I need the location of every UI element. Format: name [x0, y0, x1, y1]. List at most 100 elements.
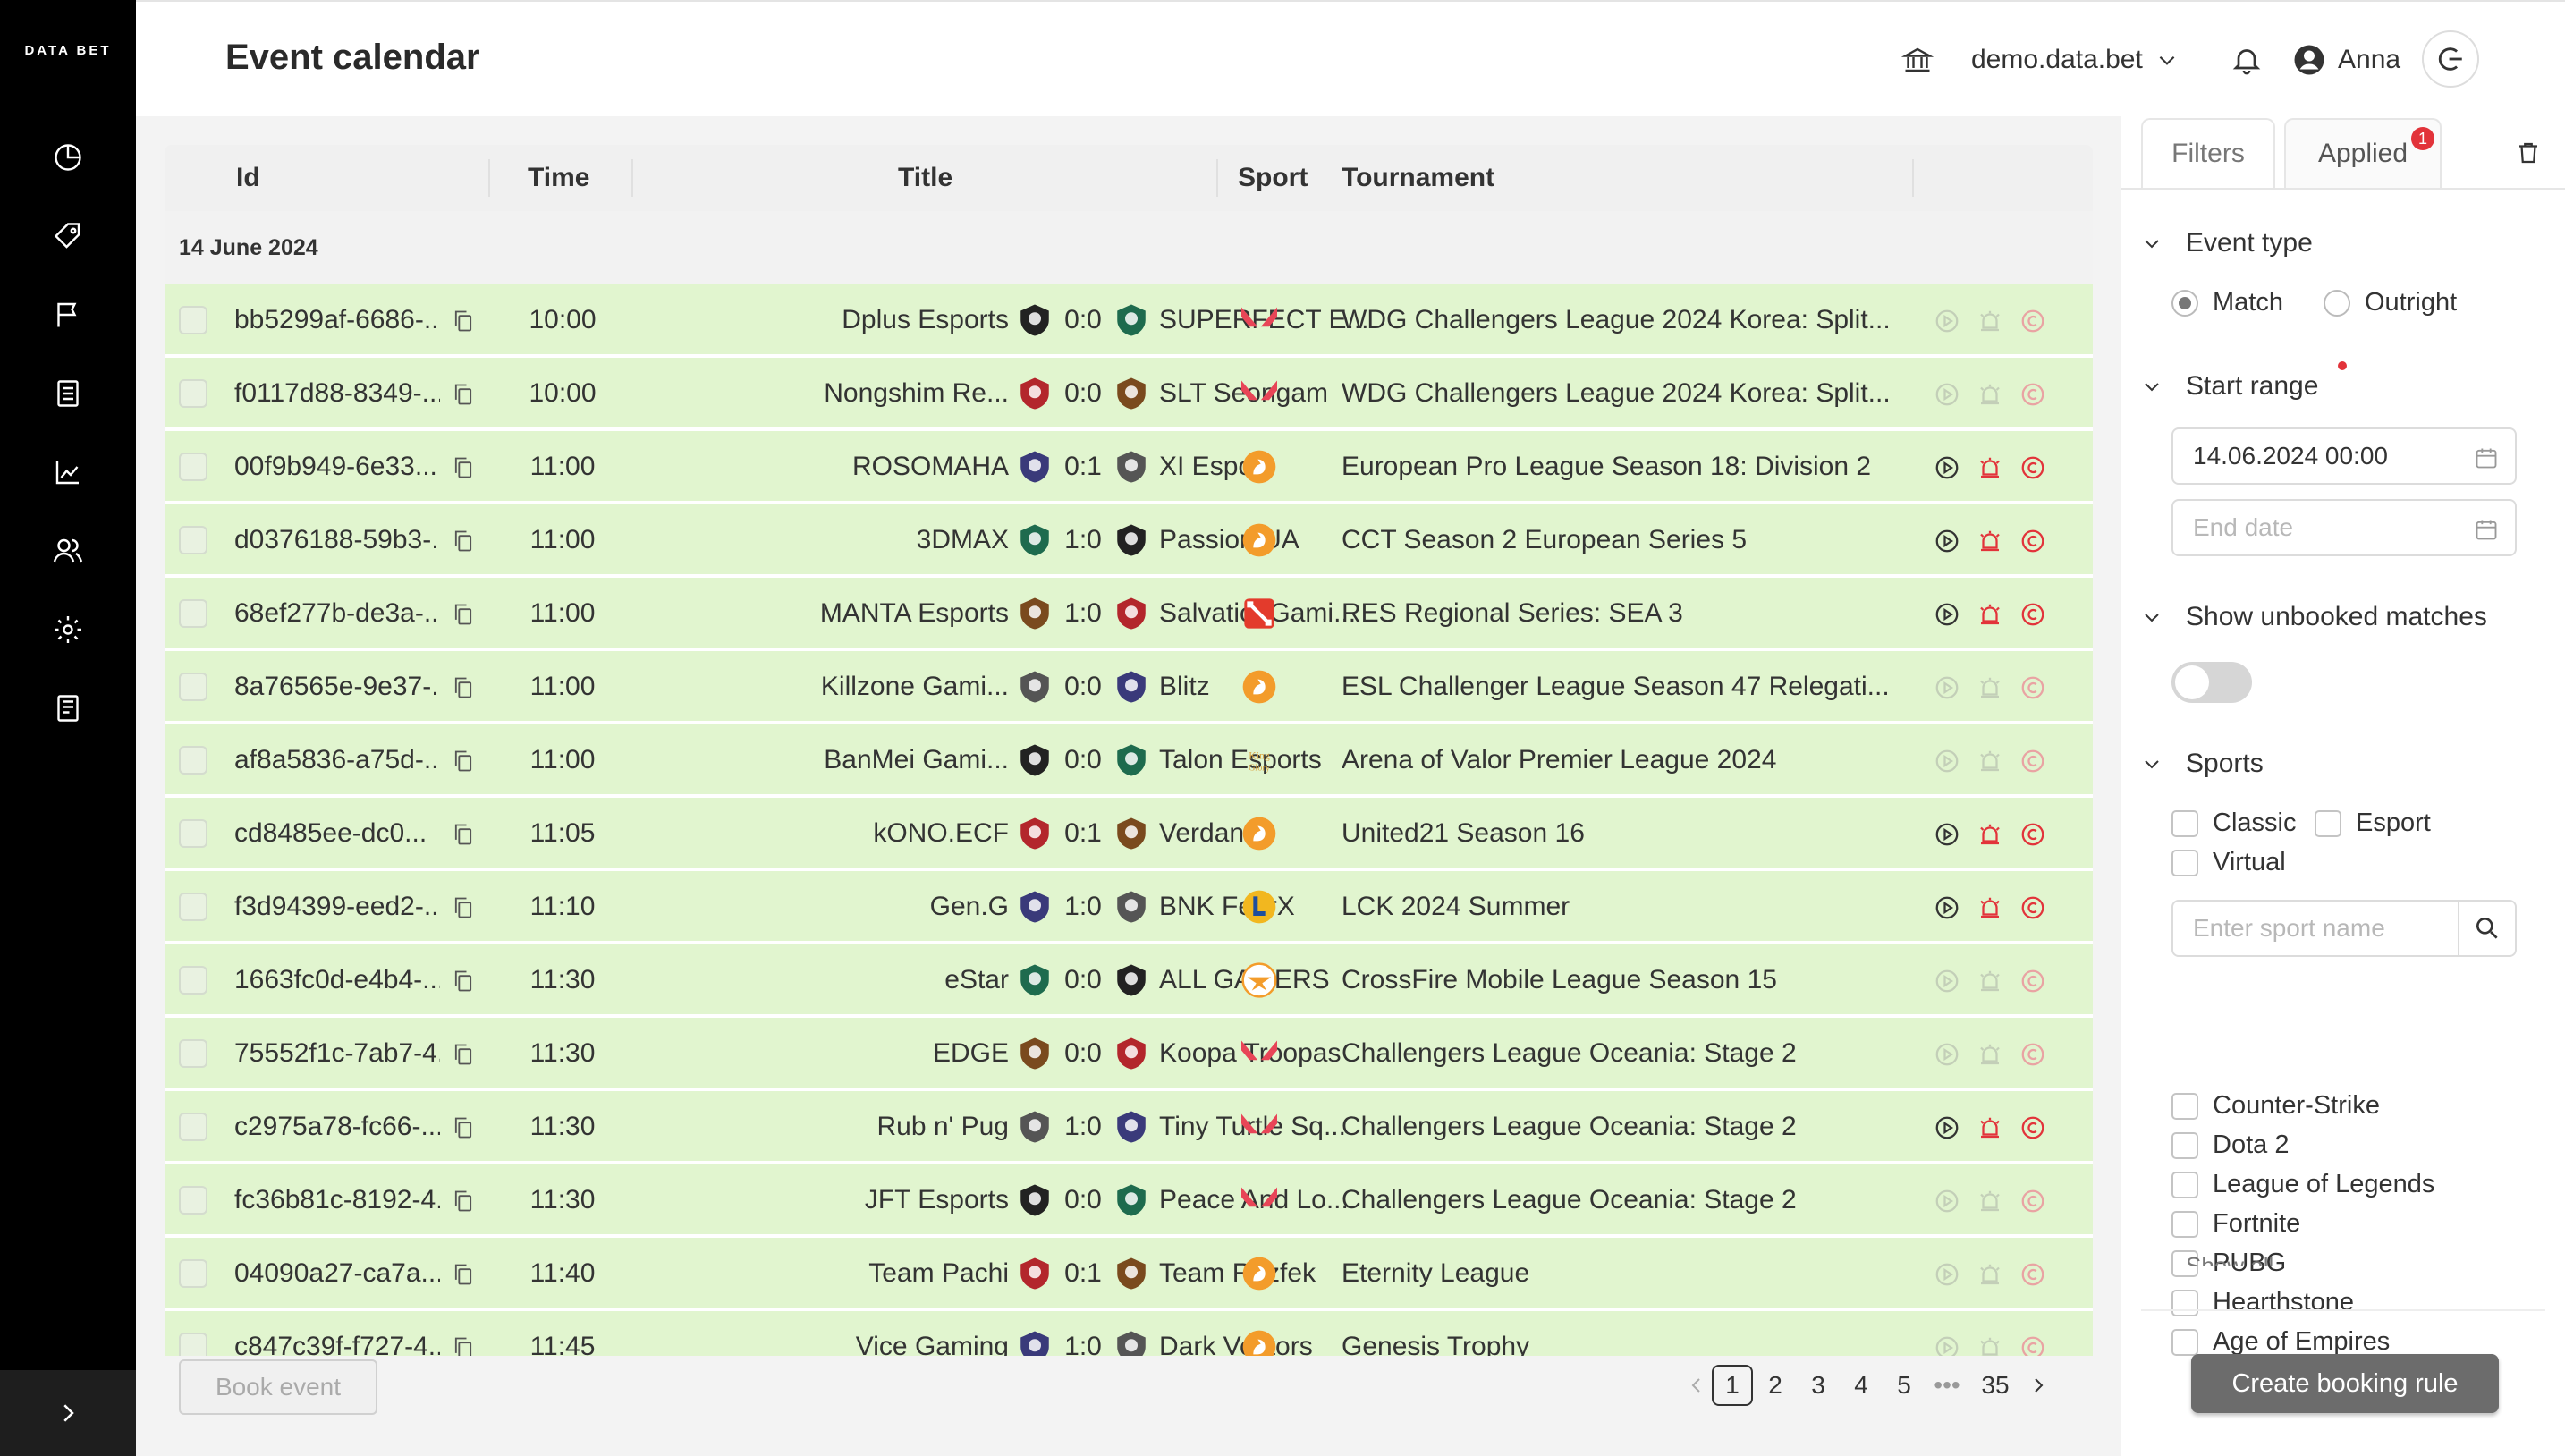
table-row[interactable]: f0117d88-8349-... 10:00 Nongshim Re... 0:0 S… [165, 358, 2093, 429]
row-checkbox[interactable] [179, 306, 207, 334]
row-checkbox[interactable] [179, 893, 207, 921]
table-row[interactable]: af8a5836-a75d-... 11:00 BanMei Gami... 0:0 T… [165, 724, 2093, 796]
page-1[interactable]: 1 [1712, 1365, 1753, 1406]
table-row[interactable]: 75552f1c-7ab7-4... 11:30 EDGE 0:0 Koopa Troo… [165, 1018, 2093, 1089]
col-tournament[interactable]: Tournament [1342, 145, 1494, 211]
col-time[interactable]: Time [528, 145, 589, 211]
start-range-section[interactable]: Start range [2141, 368, 2318, 404]
play-icon[interactable] [1934, 454, 1960, 481]
sport-checkbox[interactable] [2171, 1132, 2198, 1159]
coverage-icon[interactable] [2019, 454, 2046, 481]
dashboard-icon[interactable] [43, 132, 93, 182]
sport-search-input[interactable]: Enter sport name [2171, 900, 2517, 957]
copy-icon[interactable] [451, 968, 476, 995]
copy-icon[interactable] [451, 1261, 476, 1288]
play-icon[interactable] [1934, 308, 1960, 334]
settings-icon[interactable] [43, 605, 93, 655]
tab-applied[interactable]: Applied 1 [2284, 118, 2442, 188]
sport-checkbox[interactable] [2171, 1290, 2198, 1316]
page-ellipsis[interactable]: ••• [1926, 1365, 1968, 1406]
alarm-icon[interactable] [1977, 821, 2003, 848]
unbooked-section[interactable]: Show unbooked matches [2141, 599, 2487, 635]
row-checkbox[interactable] [179, 1113, 207, 1141]
table-row[interactable]: d0376188-59b3-... 11:00 3DMAX 1:0 Passion UA… [165, 504, 2093, 576]
table-row[interactable]: f3d94399-eed2-... 11:10 Gen.G 1:0 BNK FearX L… [165, 871, 2093, 943]
bell-icon[interactable] [2231, 38, 2263, 82]
play-icon[interactable] [1934, 381, 1960, 408]
match-radio[interactable] [2171, 290, 2198, 317]
row-checkbox[interactable] [179, 379, 207, 408]
alarm-icon[interactable] [1977, 1188, 2003, 1215]
user-menu[interactable]: Anna [2293, 38, 2400, 82]
table-row[interactable]: bb5299af-6686-... 10:00 Dplus Esports 0:0 SU… [165, 284, 2093, 356]
chart-icon[interactable] [43, 447, 93, 497]
row-checkbox[interactable] [179, 526, 207, 554]
page-35[interactable]: 35 [1975, 1365, 2016, 1406]
play-icon[interactable] [1934, 748, 1960, 775]
copy-icon[interactable] [451, 1334, 476, 1356]
play-icon[interactable] [1934, 1188, 1960, 1215]
coverage-icon[interactable] [2019, 1188, 2046, 1215]
play-icon[interactable] [1934, 528, 1960, 554]
play-icon[interactable] [1934, 968, 1960, 995]
table-row[interactable]: 8a76565e-9e37-... 11:00 Killzone Gami... 0:… [165, 651, 2093, 723]
alarm-icon[interactable] [1977, 308, 2003, 334]
coverage-icon[interactable] [2019, 1041, 2046, 1068]
alarm-icon[interactable] [1977, 894, 2003, 921]
tab-filters[interactable]: Filters [2141, 118, 2275, 188]
col-title[interactable]: Title [898, 145, 952, 211]
sport-checkbox[interactable] [2171, 1329, 2198, 1356]
alarm-icon[interactable] [1977, 674, 2003, 701]
search-button[interactable] [2458, 902, 2515, 955]
copy-icon[interactable] [451, 821, 476, 848]
alarm-icon[interactable] [1977, 748, 2003, 775]
table-row[interactable]: 04090a27-ca7a... 11:40 Team Pachi 0:1 Team R… [165, 1238, 2093, 1309]
create-booking-rule-button[interactable]: Create booking rule [2191, 1354, 2499, 1413]
alarm-icon[interactable] [1977, 601, 2003, 628]
coverage-icon[interactable] [2019, 1334, 2046, 1356]
alarm-icon[interactable] [1977, 1261, 2003, 1288]
play-icon[interactable] [1934, 894, 1960, 921]
logout-button[interactable] [2422, 30, 2479, 88]
copy-icon[interactable] [451, 454, 476, 481]
copy-icon[interactable] [451, 748, 476, 775]
row-checkbox[interactable] [179, 673, 207, 701]
copy-icon[interactable] [451, 1041, 476, 1068]
list-icon[interactable] [43, 368, 93, 419]
row-checkbox[interactable] [179, 453, 207, 481]
row-checkbox[interactable] [179, 1039, 207, 1068]
play-icon[interactable] [1934, 1114, 1960, 1141]
coverage-icon[interactable] [2019, 968, 2046, 995]
col-sport[interactable]: Sport [1238, 145, 1308, 211]
table-row[interactable]: c2975a78-fc66-... 11:30 Rub n' Pug 1:0 Tiny … [165, 1091, 2093, 1163]
tag-icon[interactable] [43, 211, 93, 261]
flag-icon[interactable] [43, 290, 93, 340]
esport-checkbox[interactable] [2315, 810, 2341, 837]
next-page-button[interactable] [2018, 1365, 2059, 1406]
copy-icon[interactable] [451, 894, 476, 921]
col-id[interactable]: Id [236, 145, 260, 211]
sports-section[interactable]: Sports [2141, 746, 2264, 782]
trash-icon[interactable] [2515, 140, 2542, 171]
sidebar-expand-button[interactable] [0, 1370, 136, 1456]
play-icon[interactable] [1934, 1261, 1960, 1288]
sport-checkbox[interactable] [2171, 1172, 2198, 1198]
play-icon[interactable] [1934, 601, 1960, 628]
alarm-icon[interactable] [1977, 1334, 2003, 1356]
start-date-input[interactable]: 14.06.2024 00:00 [2171, 427, 2517, 485]
end-date-input[interactable]: End date [2171, 499, 2517, 556]
event-type-section[interactable]: Event type [2141, 225, 2313, 261]
page-2[interactable]: 2 [1755, 1365, 1796, 1406]
copy-icon[interactable] [451, 674, 476, 701]
virtual-checkbox[interactable] [2171, 850, 2198, 876]
coverage-icon[interactable] [2019, 748, 2046, 775]
alarm-icon[interactable] [1977, 968, 2003, 995]
coverage-icon[interactable] [2019, 821, 2046, 848]
row-checkbox[interactable] [179, 966, 207, 995]
alarm-icon[interactable] [1977, 454, 2003, 481]
play-icon[interactable] [1934, 674, 1960, 701]
row-checkbox[interactable] [179, 819, 207, 848]
table-row[interactable]: c847c39f-f727-4... 11:45 Vice Gaming 1:0 Dar… [165, 1311, 2093, 1356]
row-checkbox[interactable] [179, 746, 207, 775]
outright-radio[interactable] [2324, 290, 2350, 317]
